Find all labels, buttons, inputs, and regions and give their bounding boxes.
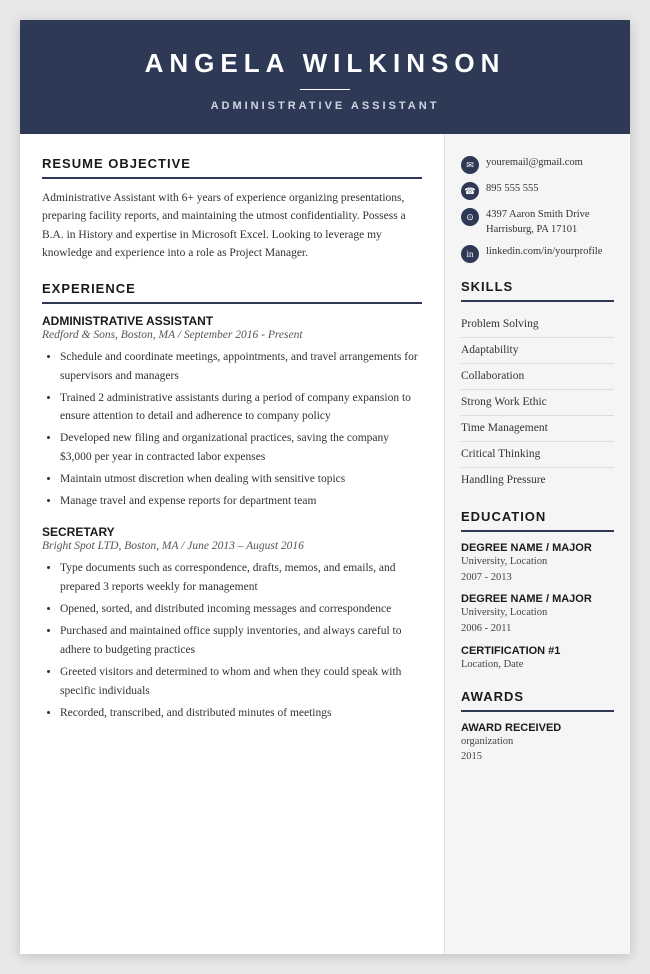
skill-item: Time Management (461, 416, 614, 442)
contact-items: ✉ youremail@gmail.com ☎ 895 555 555 ⊙ 4397 Aa… (461, 156, 614, 263)
list-item: Developed new filing and organizational … (60, 429, 422, 467)
objective-section: RESUME OBJECTIVE Administrative Assistan… (42, 156, 422, 263)
edu-item: DEGREE NAME / MAJORUniversity, Location … (461, 593, 614, 637)
contact-item: ⊙ 4397 Aaron Smith Drive Harrisburg, PA 1… (461, 208, 614, 237)
contact-text: 895 555 555 (486, 182, 539, 197)
edu-item: DEGREE NAME / MAJORUniversity, Location … (461, 542, 614, 586)
award-items: AWARD RECEIVEDorganization 2015 (461, 722, 614, 766)
education-section: EDUCATION DEGREE NAME / MAJORUniversity,… (461, 509, 614, 673)
contact-item: ✉ youremail@gmail.com (461, 156, 614, 174)
award-title: AWARD RECEIVED (461, 722, 614, 734)
contact-text: youremail@gmail.com (486, 156, 583, 171)
experience-title: EXPERIENCE (42, 281, 422, 296)
skill-item: Critical Thinking (461, 442, 614, 468)
skill-item: Adaptability (461, 338, 614, 364)
contact-icon: ☎ (461, 182, 479, 200)
resume-body: RESUME OBJECTIVE Administrative Assistan… (20, 134, 630, 954)
edu-detail: Location, Date (461, 657, 614, 673)
list-item: Greeted visitors and determined to whom … (60, 663, 422, 701)
resume-container: ANGELA WILKINSON ADMINISTRATIVE ASSISTAN… (20, 20, 630, 954)
job-1-title: ADMINISTRATIVE ASSISTANT (42, 314, 422, 328)
job-1: ADMINISTRATIVE ASSISTANT Redford & Sons,… (42, 314, 422, 512)
contact-icon: ⊙ (461, 208, 479, 226)
contact-icon: ✉ (461, 156, 479, 174)
edu-degree: CERTIFICATION #1 (461, 645, 614, 657)
skills-divider (461, 300, 614, 302)
resume-header: ANGELA WILKINSON ADMINISTRATIVE ASSISTAN… (20, 20, 630, 134)
awards-section: AWARDS AWARD RECEIVEDorganization 2015 (461, 689, 614, 766)
contact-text: linkedin.com/in/yourprofile (486, 245, 602, 260)
list-item: Schedule and coordinate meetings, appoin… (60, 348, 422, 386)
education-title: EDUCATION (461, 509, 614, 524)
list-item: Purchased and maintained office supply i… (60, 622, 422, 660)
skill-item: Collaboration (461, 364, 614, 390)
skills-items: Problem SolvingAdaptabilityCollaboration… (461, 312, 614, 493)
candidate-title: ADMINISTRATIVE ASSISTANT (40, 100, 610, 112)
edu-degree: DEGREE NAME / MAJOR (461, 593, 614, 605)
list-item: Maintain utmost discretion when dealing … (60, 470, 422, 489)
contact-section: ✉ youremail@gmail.com ☎ 895 555 555 ⊙ 4397 Aa… (461, 156, 614, 263)
experience-section: EXPERIENCE ADMINISTRATIVE ASSISTANT Redf… (42, 281, 422, 724)
edu-degree: DEGREE NAME / MAJOR (461, 542, 614, 554)
skill-item: Handling Pressure (461, 468, 614, 493)
edu-items: DEGREE NAME / MAJORUniversity, Location … (461, 542, 614, 673)
award-item: AWARD RECEIVEDorganization 2015 (461, 722, 614, 766)
list-item: Type documents such as correspondence, d… (60, 559, 422, 597)
awards-title: AWARDS (461, 689, 614, 704)
objective-title: RESUME OBJECTIVE (42, 156, 422, 171)
edu-detail: University, Location 2006 - 2011 (461, 605, 614, 637)
contact-item: in linkedin.com/in/yourprofile (461, 245, 614, 263)
objective-divider (42, 177, 422, 179)
contact-item: ☎ 895 555 555 (461, 182, 614, 200)
job-2-title: SECRETARY (42, 525, 422, 539)
sidebar-column: ✉ youremail@gmail.com ☎ 895 555 555 ⊙ 4397 Aa… (445, 134, 630, 954)
contact-text: 4397 Aaron Smith Drive Harrisburg, PA 17… (486, 208, 590, 237)
contact-icon: in (461, 245, 479, 263)
job-1-bullets: Schedule and coordinate meetings, appoin… (60, 348, 422, 512)
skill-item: Strong Work Ethic (461, 390, 614, 416)
skills-section: SKILLS Problem SolvingAdaptabilityCollab… (461, 279, 614, 493)
objective-text: Administrative Assistant with 6+ years o… (42, 189, 422, 263)
skill-item: Problem Solving (461, 312, 614, 338)
award-detail: organization 2015 (461, 734, 614, 766)
list-item: Recorded, transcribed, and distributed m… (60, 704, 422, 723)
edu-detail: University, Location 2007 - 2013 (461, 554, 614, 586)
awards-divider (461, 710, 614, 712)
header-divider (300, 89, 350, 90)
edu-item: CERTIFICATION #1Location, Date (461, 645, 614, 673)
job-2: SECRETARY Bright Spot LTD, Boston, MA / … (42, 525, 422, 723)
candidate-name: ANGELA WILKINSON (40, 48, 610, 79)
job-1-company: Redford & Sons, Boston, MA / September 2… (42, 329, 422, 341)
job-2-company: Bright Spot LTD, Boston, MA / June 2013 … (42, 540, 422, 552)
list-item: Trained 2 administrative assistants duri… (60, 389, 422, 427)
education-divider (461, 530, 614, 532)
experience-divider (42, 302, 422, 304)
list-item: Manage travel and expense reports for de… (60, 492, 422, 511)
skills-title: SKILLS (461, 279, 614, 294)
list-item: Opened, sorted, and distributed incoming… (60, 600, 422, 619)
job-2-bullets: Type documents such as correspondence, d… (60, 559, 422, 723)
main-column: RESUME OBJECTIVE Administrative Assistan… (20, 134, 445, 954)
